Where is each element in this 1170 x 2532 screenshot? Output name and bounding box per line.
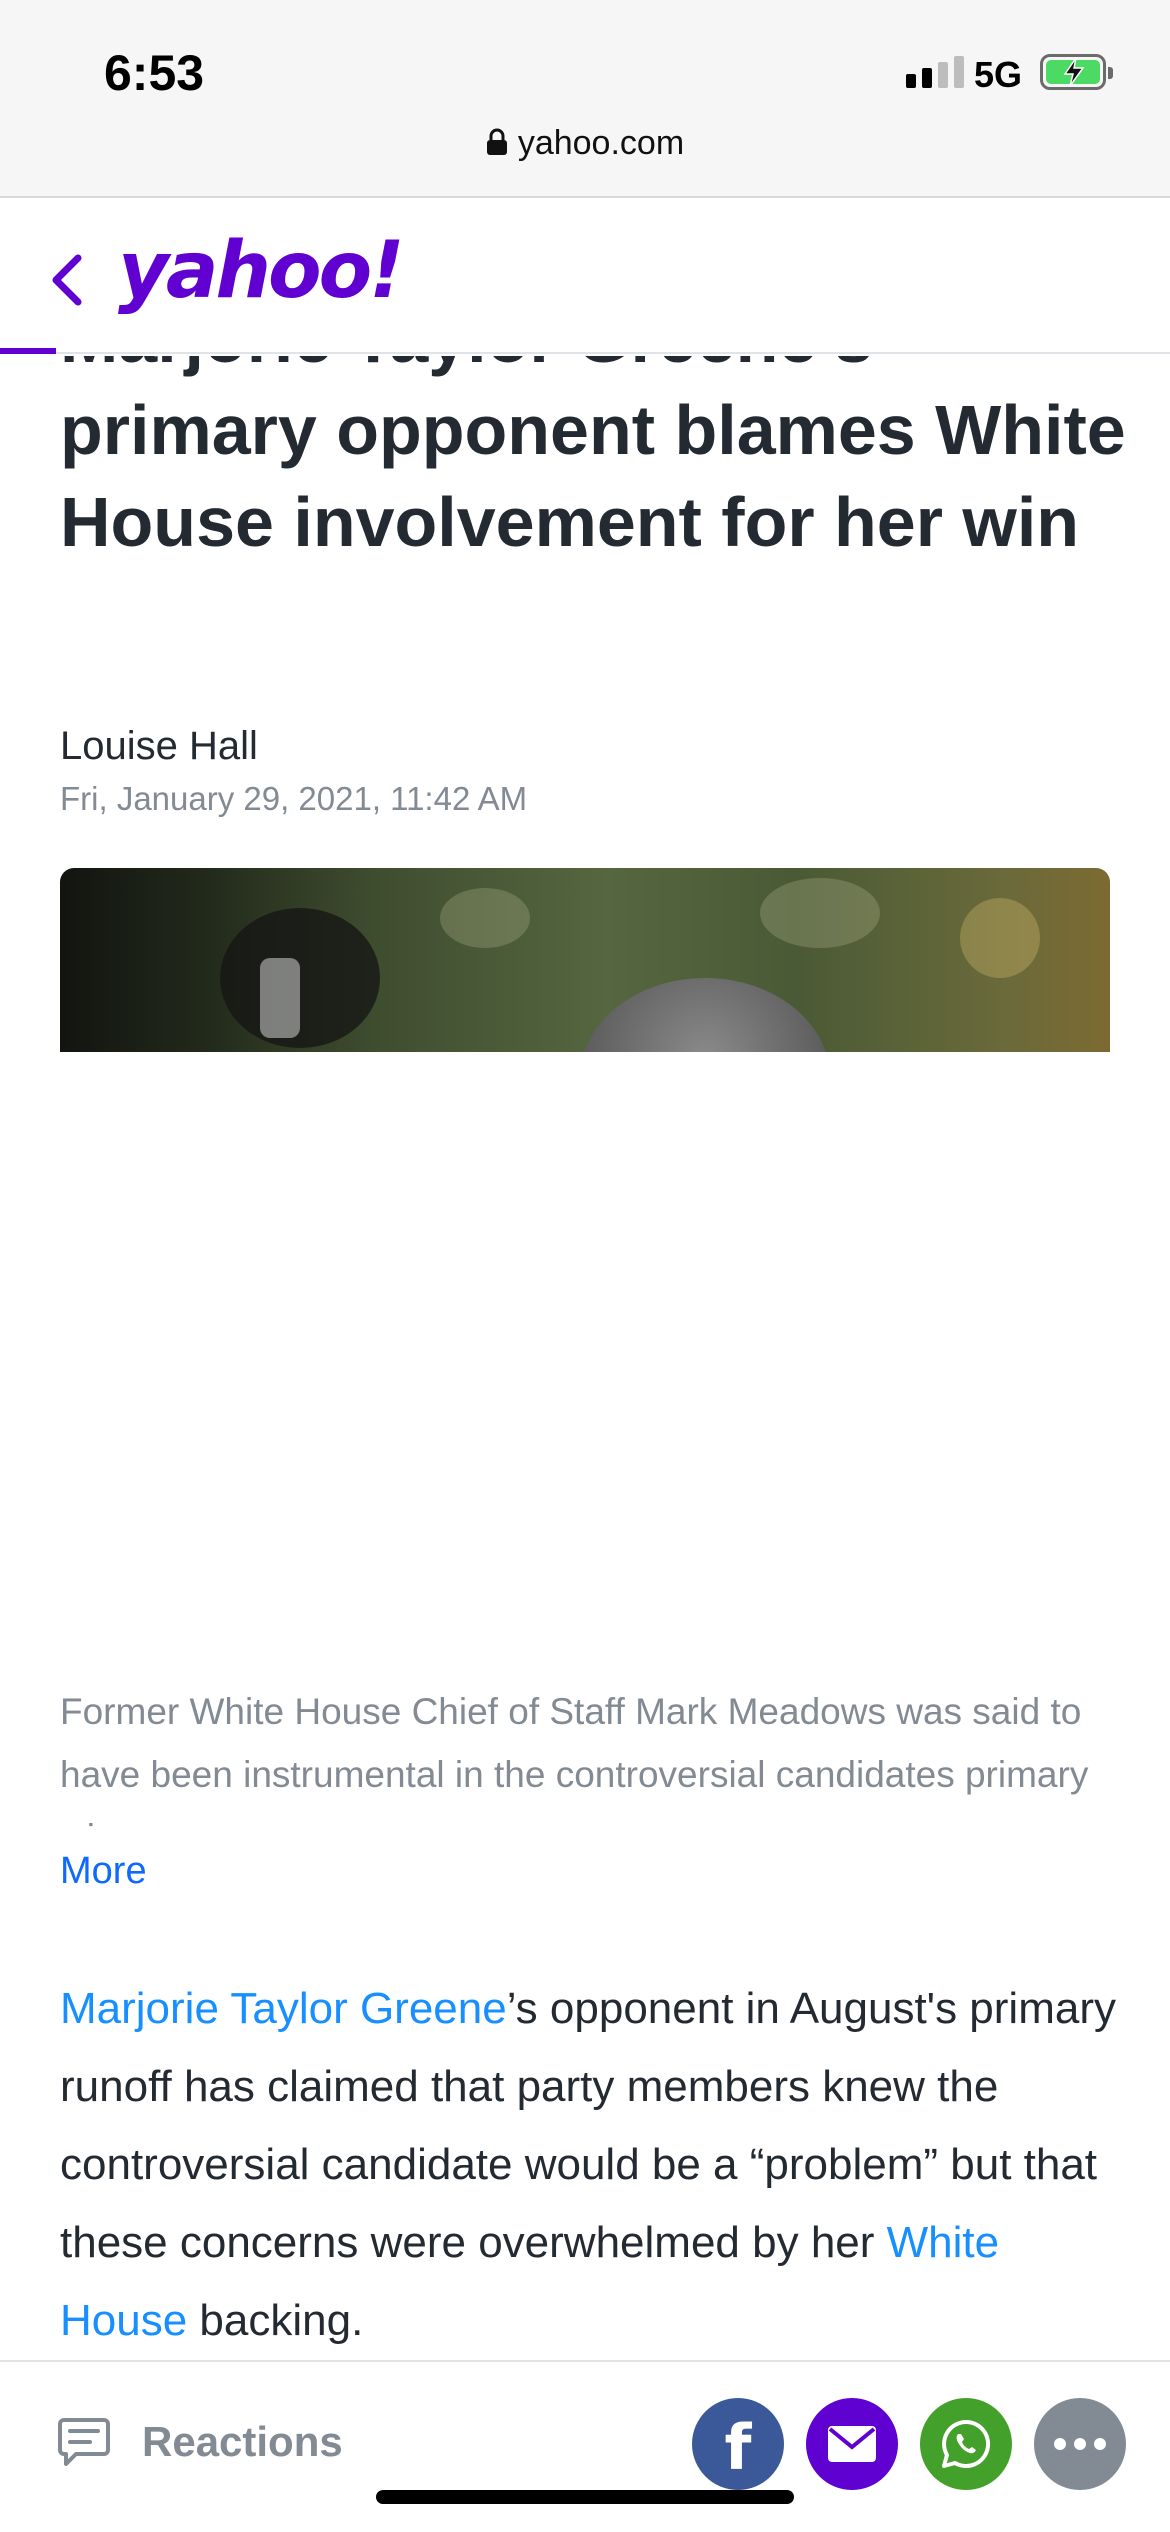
facebook-icon: f [724, 2410, 752, 2484]
reactions-button[interactable]: Reactions [56, 2414, 343, 2470]
site-header: yahoo! [0, 200, 1170, 354]
chevron-left-icon [52, 254, 82, 306]
article-timestamp: Fri, January 29, 2021, 11:42 AM [60, 780, 528, 817]
reactions-label: Reactions [142, 2418, 343, 2465]
article-paragraph: Marjorie Taylor Greene’s opponent in Aug… [60, 1970, 1120, 2360]
paragraph-text-end: backing. [187, 2296, 364, 2345]
link-marjorie-taylor-greene[interactable]: Marjorie Taylor Greene [60, 1984, 507, 2033]
more-icon [1054, 2438, 1106, 2450]
url-text: yahoo.com [517, 124, 685, 162]
article-headline: Marjorie Taylor Greene's primary opponen… [60, 356, 1126, 561]
article: Marjorie Taylor Greene's primary opponen… [0, 356, 1170, 2360]
share-whatsapp-button[interactable] [920, 2398, 1012, 2490]
network-type: 5G [974, 54, 1023, 95]
image-caption: Former White House Chief of Staff Mark M… [60, 1691, 1089, 1830]
status-bar: 6:53 5G yahoo.com [0, 0, 1170, 198]
back-button[interactable] [44, 250, 88, 310]
signal-icon [906, 56, 964, 88]
caption-more-link[interactable]: More [60, 1850, 147, 1893]
battery-icon [1040, 54, 1113, 90]
yahoo-logo[interactable]: yahoo! [118, 226, 405, 316]
mail-icon [828, 2426, 876, 2462]
article-hero-image[interactable] [60, 868, 1110, 1052]
clock: 6:53 [104, 45, 205, 101]
comment-icon [58, 2418, 110, 2466]
article-author[interactable]: Louise Hall [60, 724, 258, 769]
share-facebook-button[interactable]: f [692, 2398, 784, 2490]
bottom-action-bar: Reactions f [0, 2360, 1170, 2532]
reading-progress-bar [0, 348, 56, 354]
share-mail-button[interactable] [806, 2398, 898, 2490]
lock-icon [486, 126, 508, 165]
whatsapp-icon [942, 2419, 991, 2468]
share-more-button[interactable] [1034, 2398, 1126, 2490]
address-bar[interactable]: yahoo.com [0, 124, 1170, 165]
home-indicator[interactable] [376, 2490, 794, 2504]
